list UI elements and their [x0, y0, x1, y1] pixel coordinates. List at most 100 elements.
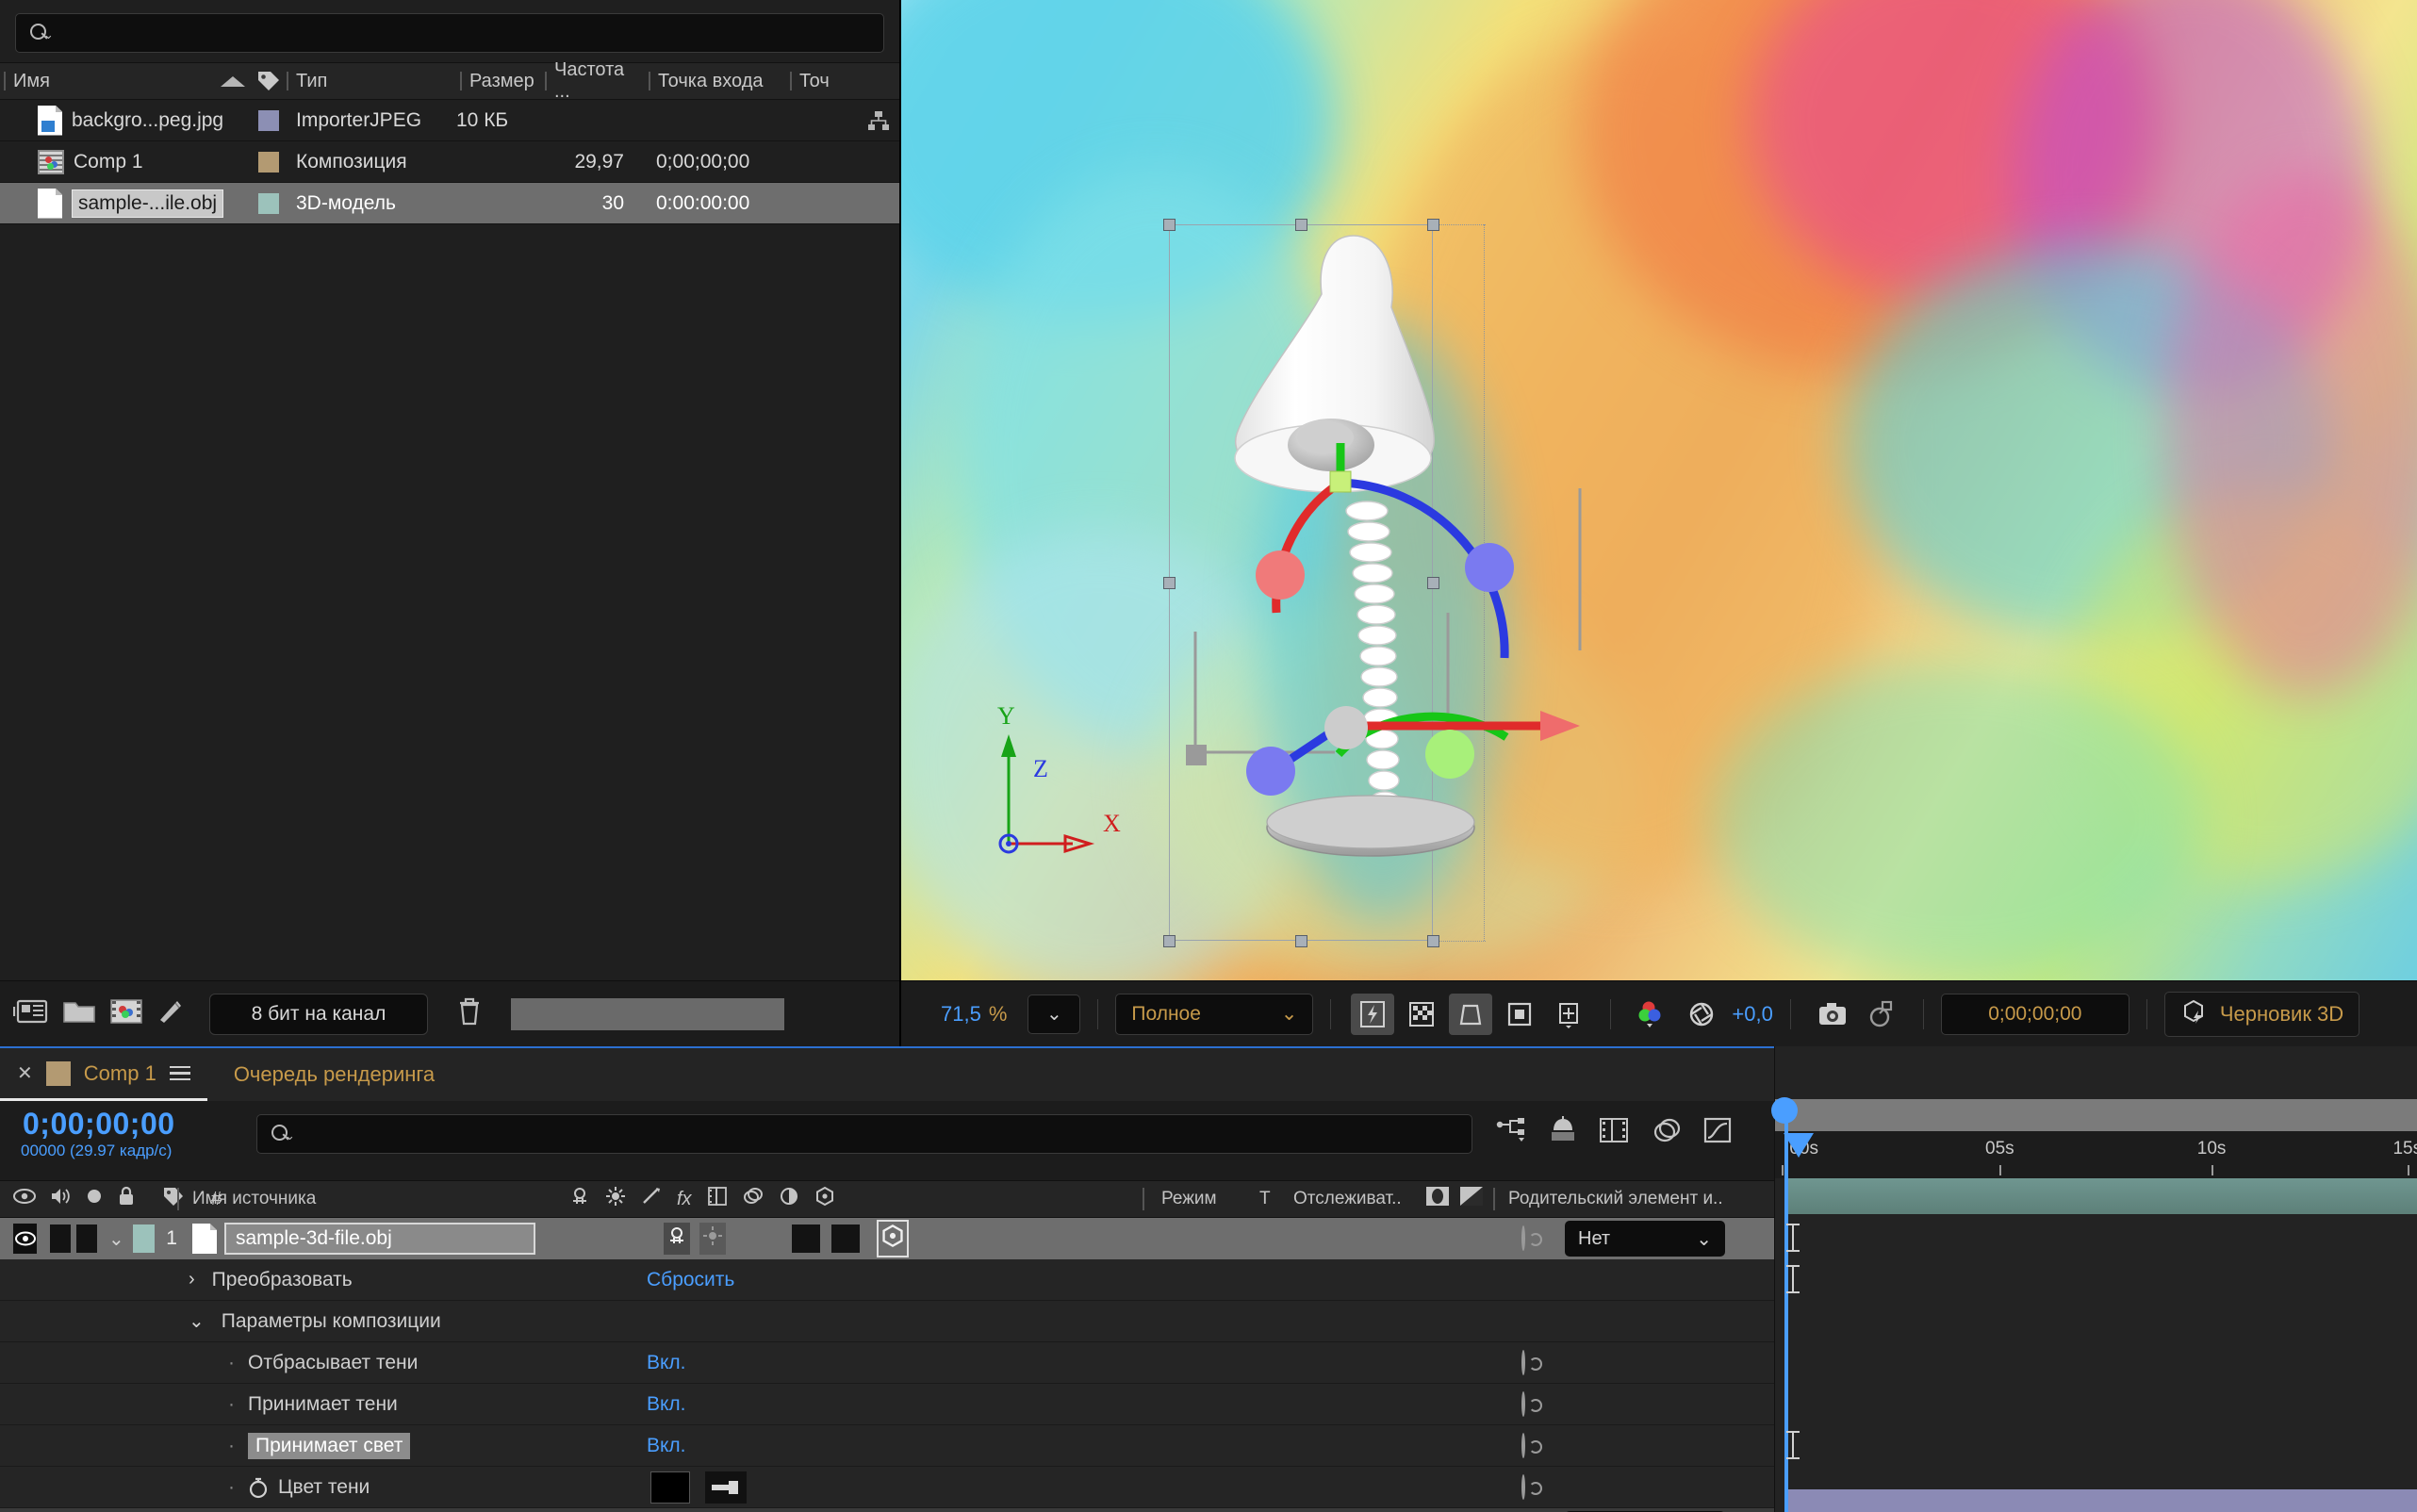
column-header-track-matte[interactable]: Отслеживат..: [1293, 1189, 1402, 1209]
label-icon[interactable]: [162, 1186, 185, 1212]
project-item-label-swatch[interactable]: [255, 192, 283, 214]
fast-previews-icon[interactable]: [1351, 993, 1395, 1035]
selection-handle[interactable]: [1163, 219, 1176, 231]
timeline-search-input[interactable]: [295, 1124, 1458, 1144]
show-snapshot-icon[interactable]: [1860, 994, 1903, 1035]
viewer-timecode[interactable]: 0;00;00;00: [1940, 993, 2129, 1035]
matte-toggle-icon[interactable]: [1425, 1185, 1450, 1213]
view-masks-icon[interactable]: [1449, 993, 1493, 1035]
layer-audio-toggle[interactable]: [49, 1224, 71, 1253]
grid-guides-icon[interactable]: [1547, 994, 1590, 1035]
zoom-level-value[interactable]: 71,5: [941, 1002, 981, 1027]
video-icon[interactable]: [13, 1187, 36, 1211]
layer-name-input[interactable]: sample-3d-file.obj: [224, 1223, 535, 1255]
column-header-in-point[interactable]: Точка входа: [645, 63, 786, 99]
project-settings-icon[interactable]: [12, 997, 49, 1030]
delete-icon[interactable]: [456, 996, 483, 1031]
new-folder-icon[interactable]: [62, 997, 96, 1030]
project-item-label-swatch[interactable]: [255, 151, 283, 173]
motion-blur-col-icon[interactable]: [743, 1186, 764, 1212]
chevron-down-icon[interactable]: ⌄: [108, 1227, 124, 1251]
transparency-grid-icon[interactable]: [1400, 994, 1443, 1035]
exposure-icon[interactable]: [1680, 994, 1723, 1035]
project-search-input[interactable]: [54, 23, 870, 43]
selection-handle[interactable]: [1295, 935, 1307, 947]
lock-icon[interactable]: [117, 1186, 136, 1212]
shadow-color-swatch[interactable]: [650, 1471, 690, 1504]
keyframe-toggle-icon[interactable]: [1521, 1349, 1525, 1375]
adjustment-layer-icon[interactable]: [779, 1186, 799, 1212]
layer-video-toggle[interactable]: [13, 1224, 38, 1254]
selection-handle[interactable]: [1427, 935, 1439, 947]
layer-parent-pickwhip[interactable]: [1521, 1225, 1525, 1251]
timeline-track-area[interactable]: 00s 05s 10s 15s: [1771, 1046, 2417, 1512]
frame-blend-icon[interactable]: [707, 1186, 728, 1212]
adjust-exposure-icon[interactable]: [156, 997, 187, 1030]
layer-duration-bar-2[interactable]: [1788, 1489, 2417, 1512]
shy-icon[interactable]: [569, 1186, 590, 1212]
panel-menu-icon[interactable]: [169, 1065, 190, 1081]
draft-3d-toggle-icon[interactable]: [1652, 1116, 1682, 1149]
bit-depth-button[interactable]: 8 бит на канал: [209, 993, 428, 1035]
keyframe-toggle-icon[interactable]: [1521, 1432, 1525, 1458]
eyedropper-icon[interactable]: [705, 1471, 747, 1504]
project-item-row[interactable]: Comp 1 Композиция 29,97 0;00;00;00: [0, 141, 899, 183]
timeline-current-time[interactable]: 0;00;00;00: [0, 1101, 256, 1142]
motion-blur-icon[interactable]: [1548, 1116, 1578, 1149]
property-reset-link[interactable]: Сбросить: [647, 1269, 734, 1291]
layer-quality-toggle[interactable]: [792, 1224, 820, 1253]
layer-collapse-icon[interactable]: [699, 1223, 726, 1255]
exposure-value[interactable]: +0,0: [1732, 1002, 1772, 1027]
matte-invert-icon[interactable]: [1459, 1185, 1484, 1213]
column-header-mode[interactable]: Режим: [1161, 1189, 1217, 1209]
quality-icon[interactable]: [641, 1186, 662, 1212]
graph-editor-icon[interactable]: [1702, 1116, 1733, 1149]
timeline-work-area-bar[interactable]: [1775, 1099, 2417, 1131]
column-header-parent[interactable]: Родительский элемент и..: [1508, 1189, 1723, 1209]
property-label-selected[interactable]: Принимает свет: [248, 1432, 411, 1459]
keyframe-toggle-icon[interactable]: [1521, 1390, 1525, 1417]
graph-hierarchy-icon[interactable]: [1495, 1116, 1527, 1149]
selection-handle[interactable]: [1163, 935, 1176, 947]
frame-blending-icon[interactable]: [1599, 1116, 1631, 1149]
zoom-dropdown[interactable]: ⌄: [1028, 994, 1081, 1034]
snapshot-icon[interactable]: [1811, 994, 1854, 1035]
property-value[interactable]: Вкл.: [647, 1435, 686, 1457]
column-header-rate[interactable]: Частота ...: [541, 59, 645, 102]
region-of-interest-icon[interactable]: [1498, 994, 1541, 1035]
layer-effects-toggle[interactable]: [831, 1224, 860, 1253]
layer-solo-toggle[interactable]: [75, 1224, 98, 1253]
collapse-transformations-icon[interactable]: [605, 1186, 626, 1212]
layer-shy-icon[interactable]: [664, 1223, 690, 1255]
project-search-box[interactable]: ⌄: [15, 13, 884, 53]
resolution-dropdown[interactable]: Полное ⌄: [1115, 993, 1314, 1035]
three-d-layer-icon[interactable]: [814, 1186, 835, 1212]
keyframe-toggle-icon[interactable]: [1521, 1473, 1525, 1500]
column-header-size[interactable]: Размер: [456, 63, 541, 99]
channel-icon[interactable]: [1631, 994, 1674, 1035]
property-value[interactable]: Вкл.: [647, 1352, 686, 1374]
column-header-type[interactable]: Тип: [283, 63, 456, 99]
column-header-name[interactable]: Имя: [0, 63, 255, 99]
layer-label-swatch[interactable]: [132, 1224, 156, 1253]
layer-duration-bar-1[interactable]: [1788, 1178, 2417, 1214]
project-item-row-selected[interactable]: sample-...ile.obj 3D-модель 30 0:00:00:0…: [0, 183, 899, 224]
column-header-source-name[interactable]: Имя источника: [192, 1189, 569, 1209]
new-composition-icon[interactable]: [109, 997, 143, 1030]
sort-ascending-icon[interactable]: [221, 75, 245, 87]
draft-3d-button[interactable]: Черновик 3D: [2163, 991, 2360, 1037]
label-tag-icon[interactable]: [255, 70, 283, 92]
composition-canvas[interactable]: Y Z X: [901, 0, 2417, 980]
audio-icon[interactable]: [49, 1186, 72, 1212]
project-item-label-swatch[interactable]: [255, 109, 283, 131]
layer-parent-dropdown[interactable]: Нет ⌄: [1565, 1221, 1725, 1257]
tab-comp-1[interactable]: ✕ Comp 1: [0, 1048, 207, 1101]
column-header-t[interactable]: T: [1259, 1189, 1271, 1209]
tab-render-queue[interactable]: Очередь рендеринга: [207, 1062, 461, 1087]
composition-viewer[interactable]: Y Z X: [901, 0, 2417, 980]
transform-gizmo[interactable]: [1137, 443, 1665, 914]
property-value[interactable]: Вкл.: [647, 1393, 686, 1416]
close-icon[interactable]: ✕: [17, 1061, 33, 1085]
column-header-out-point[interactable]: Точ: [786, 63, 843, 99]
timeline-ruler[interactable]: 00s 05s 10s 15s: [1775, 1131, 2417, 1178]
